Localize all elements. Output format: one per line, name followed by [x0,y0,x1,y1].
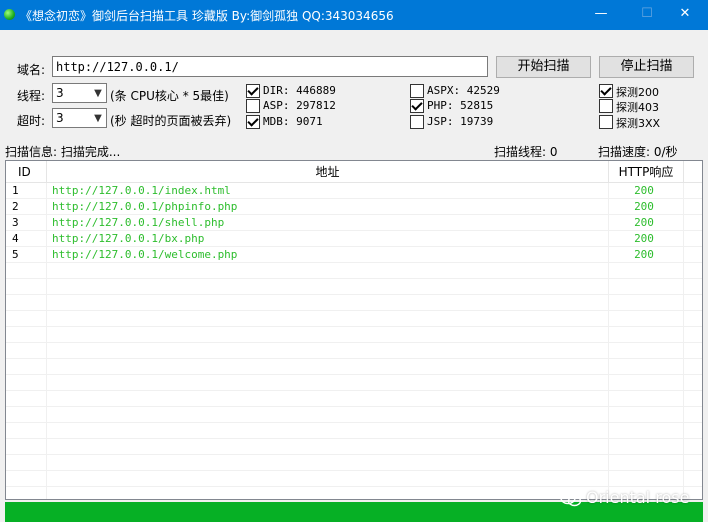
chevron-down-icon[interactable]: ▼ [90,84,106,102]
column-header-http[interactable]: HTTP响应 [609,161,684,183]
column-header-id[interactable]: ID [6,161,47,183]
row-url: http://127.0.0.1/bx.php [52,232,205,245]
row-http-code: 200 [634,248,654,261]
chevron-down-icon[interactable]: ▼ [90,109,106,127]
checkbox-icon[interactable] [410,84,424,98]
row-id: 1 [12,184,19,197]
window-title: 《想念初恋》御剑后台扫描工具 珍藏版 By:御剑孤独 QQ:343034656 [20,9,394,23]
row-url: http://127.0.0.1/welcome.php [52,248,238,261]
app-icon [4,9,15,20]
row-id: 2 [12,200,19,213]
checkbox-icon[interactable] [599,84,613,98]
row-http-code: 200 [634,184,654,197]
minimize-button[interactable]: — [578,0,624,30]
table-row[interactable]: 2 http://127.0.0.1/phpinfo.php 200 [6,199,702,215]
column-header-url[interactable]: 地址 [47,161,609,183]
timeout-label: 超时: [17,114,46,128]
table-row[interactable] [6,279,702,295]
checkbox-icon[interactable] [410,99,424,113]
table-row[interactable] [6,423,702,439]
stop-scan-button[interactable]: 停止扫描 [599,56,694,78]
close-button[interactable]: ✕ [662,0,708,30]
row-url: http://127.0.0.1/shell.php [52,216,225,229]
column-header-filler [684,161,702,183]
thread-label: 线程: [17,89,46,103]
checkbox-icon[interactable] [246,115,260,129]
checkbox-icon[interactable] [246,99,260,113]
title-bar[interactable]: 《想念初恋》御剑后台扫描工具 珍藏版 By:御剑孤独 QQ:343034656 … [0,0,708,30]
table-row[interactable] [6,375,702,391]
thread-select[interactable]: 3 ▼ [52,83,107,103]
thread-value: 3 [56,86,64,100]
table-row[interactable]: 5 http://127.0.0.1/welcome.php 200 [6,247,702,263]
checkbox-icon[interactable] [599,115,613,129]
table-row[interactable] [6,311,702,327]
checkbox-icon[interactable] [246,84,260,98]
table-row[interactable] [6,343,702,359]
table-row[interactable] [6,407,702,423]
timeout-value: 3 [56,111,64,125]
timeout-hint: (秒 超时的页面被丢弃) [110,114,232,128]
table-row[interactable]: 1 http://127.0.0.1/index.html 200 [6,183,702,199]
table-row[interactable] [6,295,702,311]
scan-threads-status: 扫描线程: 0 [494,145,558,159]
close-icon: ✕ [679,6,691,21]
table-row[interactable] [6,359,702,375]
row-url: http://127.0.0.1/index.html [52,184,231,197]
row-http-code: 200 [634,200,654,213]
table-row[interactable] [6,263,702,279]
scan-info-status: 扫描信息: 扫描完成... [5,145,121,159]
thread-hint: (条 CPU核心 * 5最佳) [110,89,229,103]
domain-label: 域名: [17,63,46,77]
minimize-icon: — [594,6,608,21]
checkbox-icon[interactable] [410,115,424,129]
domain-input[interactable] [52,56,488,77]
table-row[interactable] [6,471,702,487]
table-row[interactable] [6,391,702,407]
start-scan-button[interactable]: 开始扫描 [496,56,591,78]
row-http-code: 200 [634,232,654,245]
watermark: Oriental rose [560,488,689,507]
row-http-code: 200 [634,216,654,229]
row-url: http://127.0.0.1/phpinfo.php [52,200,238,213]
results-table[interactable]: ID 地址 HTTP响应 1 http://127.0.0.1/index.htm… [5,160,703,500]
table-row[interactable] [6,327,702,343]
wechat-icon [560,491,582,506]
scan-speed-status: 扫描速度: 0/秒 [598,145,678,159]
table-row[interactable] [6,455,702,471]
timeout-select[interactable]: 3 ▼ [52,108,107,128]
row-id: 5 [12,248,19,261]
row-id: 4 [12,232,19,245]
checkbox-icon[interactable] [599,99,613,113]
watermark-text: Oriental rose [586,488,690,507]
table-row[interactable]: 4 http://127.0.0.1/bx.php 200 [6,231,702,247]
table-row[interactable]: 3 http://127.0.0.1/shell.php 200 [6,215,702,231]
table-row[interactable] [6,439,702,455]
row-id: 3 [12,216,19,229]
